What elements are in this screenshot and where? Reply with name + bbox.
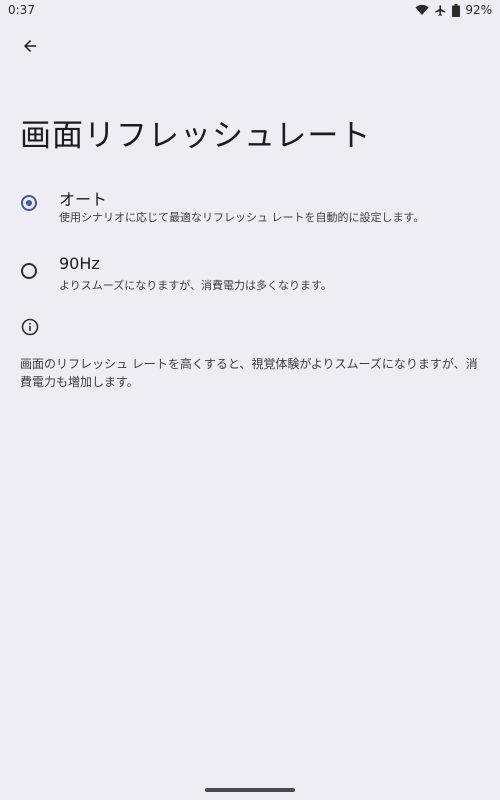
battery-icon	[452, 3, 461, 17]
info-icon	[21, 318, 39, 336]
radio-90hz[interactable]	[21, 263, 37, 279]
airplane-icon	[434, 4, 447, 17]
navigation-handle[interactable]	[205, 788, 295, 792]
option-90hz-title: 90Hz	[59, 254, 100, 273]
status-icons: 92%	[415, 3, 492, 17]
option-auto[interactable]: オート 使用シナリオに応じて最適なリフレッシュ レートを自動的に設定します。	[0, 180, 500, 240]
option-90hz-summary: よりスムーズになりますが、消費電力は多くなります。	[59, 279, 332, 292]
radio-auto-selected[interactable]	[21, 195, 37, 211]
wifi-icon	[415, 4, 429, 16]
status-bar: 0:37 92%	[0, 0, 500, 22]
footer-description: 画面のリフレッシュ レートを高くすると、視覚体験がよりスムーズになりますが、消費…	[20, 357, 478, 389]
battery-percent: 92%	[465, 3, 492, 17]
option-auto-summary: 使用シナリオに応じて最適なリフレッシュ レートを自動的に設定します。	[59, 211, 425, 224]
arrow-back-icon	[21, 37, 39, 59]
status-time: 0:37	[8, 3, 35, 17]
option-auto-title: オート	[59, 190, 108, 209]
option-90hz[interactable]: 90Hz よりスムーズになりますが、消費電力は多くなります。	[0, 248, 500, 308]
back-button[interactable]	[14, 32, 46, 64]
page-title: 画面リフレッシュレート	[20, 118, 372, 154]
